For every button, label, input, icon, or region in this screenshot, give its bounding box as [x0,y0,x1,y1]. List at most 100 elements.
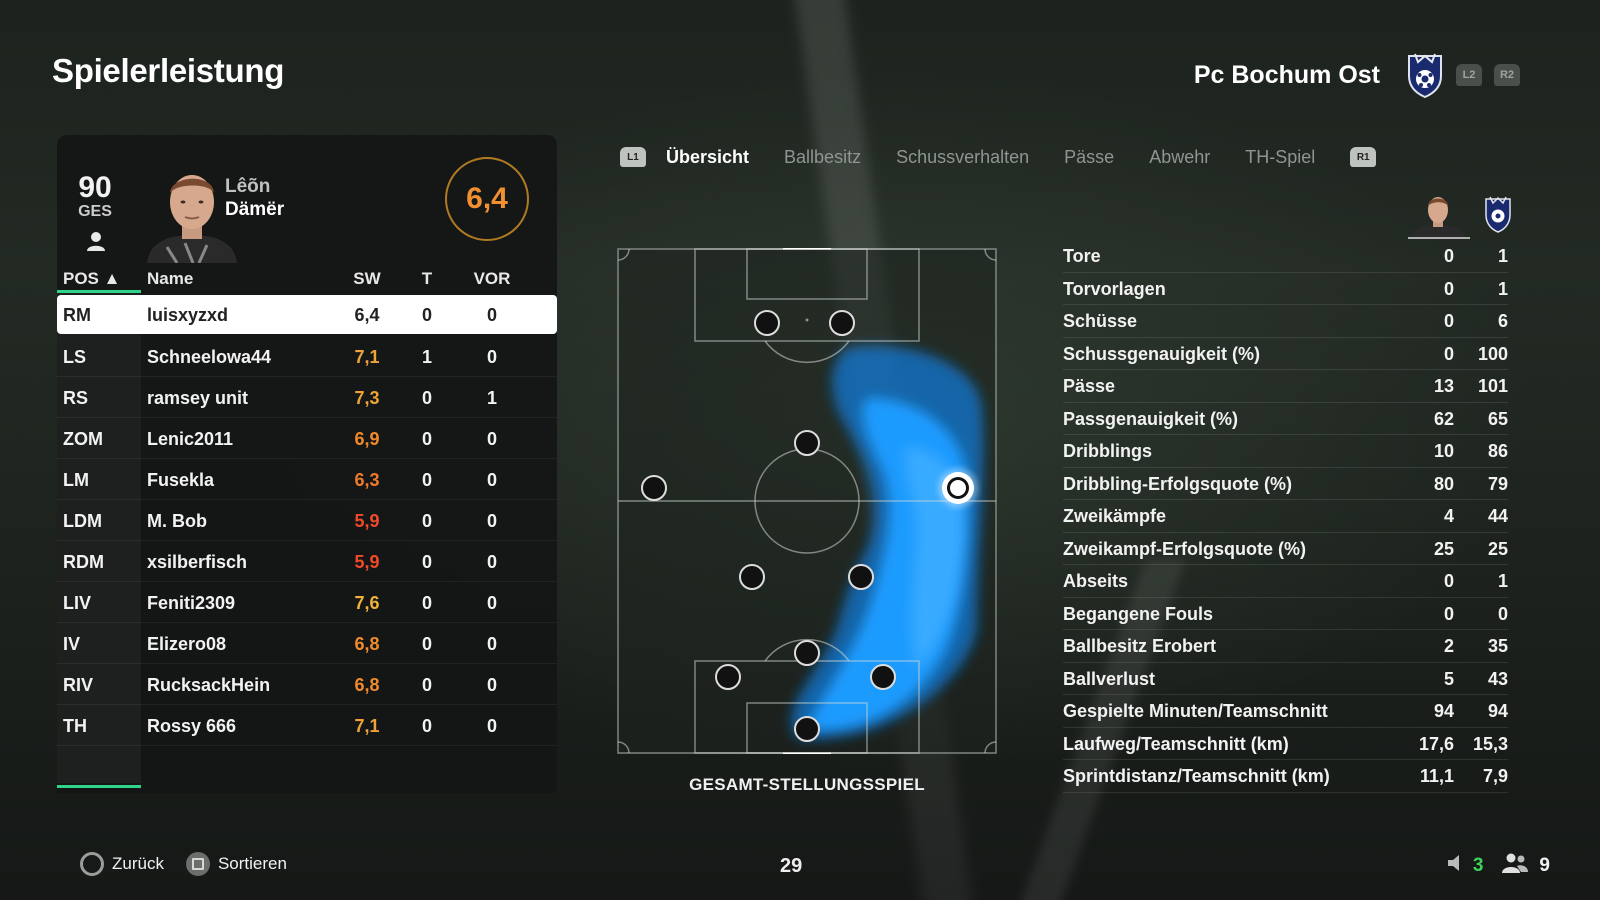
tab-uebersicht[interactable]: Übersicht [666,147,749,168]
stat-row: Ballbesitz Erobert 2 35 [1063,630,1508,663]
stat-label: Dribblings [1063,441,1152,461]
header-sw[interactable]: SW [347,269,387,289]
tab-ballbesitz[interactable]: Ballbesitz [784,147,861,168]
stat-team-value: 6 [1497,311,1508,331]
player-name: Lêõn Dämër [225,175,284,221]
row-name: Schneelowa44 [147,347,272,367]
team-header: Pc Bochum Ost L2 R2 [1194,52,1520,99]
stat-team-value: 7,9 [1482,766,1508,786]
roster-row[interactable]: LS Schneelowa44 7,1 1 0 [57,336,557,377]
row-pos: LS [63,347,87,367]
stat-label: Passgenauigkeit (%) [1063,408,1239,429]
marker-rs [829,310,855,336]
row-assists: 0 [486,675,497,695]
header-t[interactable]: T [417,269,437,289]
marker-rdm [848,564,874,590]
row-name: xsilberfisch [147,552,248,572]
stat-team-value: 65 [1487,408,1508,429]
tab-th-spiel[interactable]: TH-Spiel [1245,147,1315,168]
stat-player-value: 10 [1433,441,1454,461]
overall-rating: 90 GES [75,173,115,221]
row-pos: TH [63,716,87,736]
stat-label: Sprintdistanz/Teamschnitt (km) [1063,766,1330,786]
stat-label: Laufweg/Teamschnitt (km) [1063,733,1289,754]
row-goals: 0 [421,634,432,654]
player-last-name: Dämër [225,199,285,220]
marker-iv [794,640,820,666]
row-pos: LIV [63,593,92,613]
stat-team-value: 1 [1497,278,1508,299]
row-rating: 6,3 [354,470,380,490]
stat-label: Schüsse [1063,311,1138,331]
r1-button[interactable]: R1 [1350,147,1377,167]
l1-button[interactable]: L1 [620,147,646,167]
stat-player-value: 25 [1433,538,1454,559]
team-crest-small-icon [1485,196,1511,233]
match-minute: 29 [780,855,803,877]
roster-row[interactable]: RIV RucksackHein 6,8 0 0 [57,664,557,705]
roster-row[interactable]: RDM xsilberfisch 5,9 0 0 [57,541,557,582]
stat-row: Laufweg/Teamschnitt (km) 17,6 15,3 [1063,728,1508,760]
r2-button[interactable]: R2 [1494,64,1520,86]
row-name: luisxyzxd [147,305,229,325]
roster-row[interactable]: LDM M. Bob 5,9 0 0 [57,500,557,541]
stat-team-value: 25 [1487,538,1508,559]
row-assists: 0 [486,470,497,490]
players-icon [1501,852,1529,880]
row-goals: 0 [421,470,432,490]
roster-row[interactable]: IV Elizero08 6,8 0 0 [57,623,557,664]
back-button[interactable]: Zurück [80,852,164,876]
stat-label: Begangene Fouls [1063,603,1214,624]
row-pos: RDM [63,552,104,572]
roster-row[interactable]: RM luisxyzxd 6,4 0 0 [57,295,557,334]
overall-label: GES [78,203,112,220]
roster-row[interactable]: LM Fusekla 6,3 0 0 [57,459,557,500]
stat-team-value: 44 [1487,506,1508,526]
header-vor[interactable]: VOR [472,269,512,289]
stat-player-value: 0 [1443,603,1454,624]
sort-label: Sortieren [217,854,287,873]
row-goals: 0 [421,429,432,449]
page-title: Spielerleistung [52,52,285,89]
row-pos: LDM [63,511,102,531]
row-rating: 6,8 [354,675,380,695]
header-name[interactable]: Name [147,269,193,289]
header-pos[interactable]: POS ▲ [63,269,120,289]
row-assists: 0 [486,305,497,325]
row-name: ramsey unit [147,388,249,408]
stat-team-value: 86 [1487,441,1508,461]
roster-row[interactable]: ZOM Lenic2011 6,9 0 0 [57,418,557,459]
row-pos: RIV [63,675,94,695]
l2-button[interactable]: L2 [1456,64,1482,86]
sort-button[interactable]: Sortieren [185,852,287,876]
stat-label: Pässe [1063,376,1116,396]
roster-row[interactable]: LIV Feniti2309 7,6 0 0 [57,582,557,623]
roster-row[interactable]: RS ramsey unit 7,3 0 1 [57,377,557,418]
player-card: 90 GES Lêõn Dämër 6,4 [57,135,557,264]
stat-player-value: 11,1 [1419,766,1454,786]
marker-liv [715,664,741,690]
tab-bar: L1 Übersicht Ballbesitz Schussverhalten … [620,142,1396,172]
pitch-heatmap [617,246,997,756]
tab-schussverhalten[interactable]: Schussverhalten [896,147,1029,168]
row-pos: ZOM [63,429,103,449]
stat-row: Gespielte Minuten/Teamschnitt 94 94 [1063,695,1508,728]
tab-abwehr[interactable]: Abwehr [1149,147,1210,168]
stat-row: Dribblings 10 86 [1063,435,1508,468]
stat-player-value: 13 [1433,376,1454,396]
marker-ls [754,310,780,336]
row-assists: 0 [486,593,497,613]
stat-row: Abseits 0 1 [1063,565,1508,598]
row-name: M. Bob [147,511,207,531]
row-name: Feniti2309 [147,593,236,613]
tab-paesse[interactable]: Pässe [1064,147,1114,168]
row-pos: RM [63,305,91,325]
row-name: Rossy 666 [147,716,237,736]
stat-row: Dribbling-Erfolgsquote (%) 80 79 [1063,468,1508,500]
roster-row[interactable]: TH Rossy 666 7,1 0 0 [57,705,557,746]
stat-team-value: 1 [1497,571,1508,591]
row-goals: 0 [421,305,432,325]
stat-label: Torvorlagen [1063,278,1166,299]
row-rating: 7,6 [354,593,380,613]
roster-rows: RM luisxyzxd 6,4 0 0 LS Schneelowa44 7,1 1 0 RS ram… [57,295,557,746]
